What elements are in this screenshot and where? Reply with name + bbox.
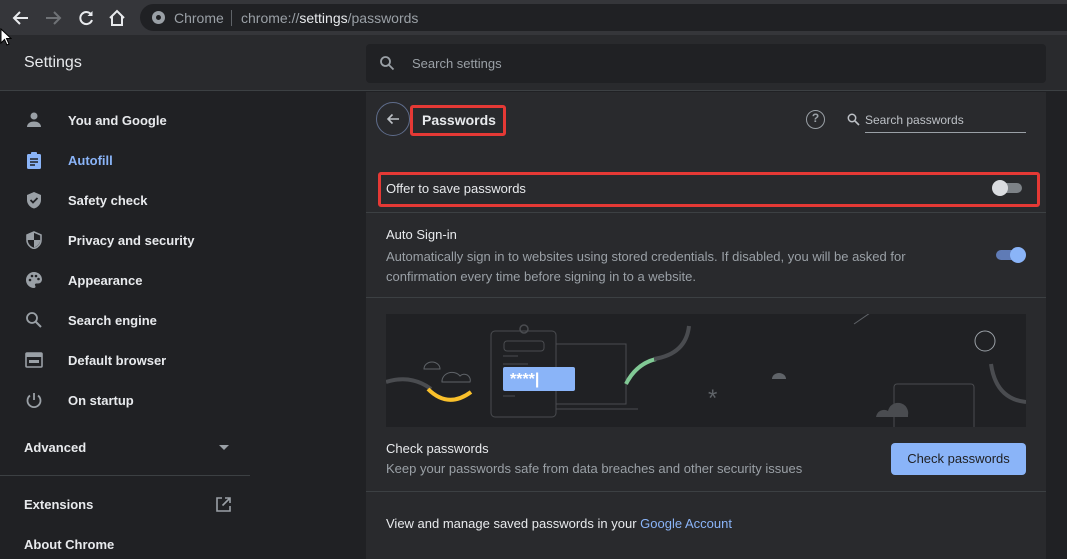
browser-window-icon [24,351,44,369]
search-passwords-input[interactable]: Search passwords [847,107,1026,133]
check-passwords-illustration: ****| * [386,314,1026,427]
offer-to-save-label: Offer to save passwords [386,181,526,196]
back-arrow-button[interactable] [376,102,410,136]
browser-toolbar: Chrome chrome://settings/passwords [0,0,1067,35]
sidebar-item-default-browser[interactable]: Default browser [0,340,250,380]
row-divider [366,491,1046,492]
arrow-right-icon [46,11,62,25]
search-icon [24,311,44,329]
omnibox-separator [231,10,232,26]
page-title: Passwords [422,112,496,128]
sidebar-item-safety-check[interactable]: Safety check [0,180,250,220]
power-icon [24,391,44,409]
arrow-left-icon [386,113,399,125]
sidebar-divider [0,475,250,476]
sidebar-item-autofill[interactable]: Autofill [0,140,250,180]
search-settings-placeholder: Search settings [412,56,502,71]
passwords-card: Passwords ? Search passwords Offer to sa… [366,92,1046,559]
sidebar-item-label: Safety check [68,192,148,208]
sidebar-item-on-startup[interactable]: On startup [0,380,250,420]
url-path: /passwords [347,10,419,26]
toggle-knob [992,180,1008,196]
sidebar-about-chrome[interactable]: About Chrome [24,537,114,552]
reload-button[interactable] [73,5,99,31]
settings-title: Settings [24,54,82,71]
shield-check-icon [24,191,44,209]
sidebar-item-search-engine[interactable]: Search engine [0,300,250,340]
search-icon [847,113,860,126]
search-underline [865,132,1026,133]
sidebar-item-privacy-and-security[interactable]: Privacy and security [0,220,250,260]
row-divider [366,212,1046,213]
sidebar-advanced[interactable]: Advanced [24,440,86,455]
sidebar-item-label: Appearance [68,272,143,288]
arrow-left-icon [12,11,28,25]
check-passwords-description: Keep your passwords safe from data breac… [386,461,803,476]
clipboard-icon [24,151,44,169]
sidebar-item-label: Search engine [68,312,157,328]
external-link-icon[interactable] [215,496,232,513]
toggle-knob [1010,247,1026,263]
sidebar-item-appearance[interactable]: Appearance [0,260,250,300]
sidebar-item-label: On startup [68,392,134,408]
url-prefix: chrome:// [241,10,300,26]
home-icon [109,9,125,26]
omnibox-label: Chrome [174,10,224,26]
check-passwords-title: Check passwords [386,441,489,456]
sidebar: You and Google Autofill Safety check Pri… [0,92,250,559]
url-text[interactable]: chrome://settings/passwords [241,10,418,26]
sidebar-extensions[interactable]: Extensions [24,497,93,512]
shield-half-icon [24,231,44,249]
help-icon[interactable]: ? [806,110,825,129]
sidebar-item-label: Privacy and security [68,232,195,248]
sidebar-item-you-and-google[interactable]: You and Google [0,100,250,140]
auto-signin-description: Automatically sign in to websites using … [386,249,906,284]
home-button[interactable] [104,5,130,31]
manage-passwords-text: View and manage saved passwords in your … [386,516,732,531]
illustration-graphic: ****| * [386,314,1026,427]
offer-to-save-toggle[interactable] [992,180,1024,196]
search-settings-input[interactable]: Search settings [366,44,1046,83]
asterisk-decoration: * [708,385,717,412]
sidebar-item-label: Autofill [68,152,113,168]
masked-password-text: ****| [510,371,539,388]
chrome-logo-icon [152,11,165,24]
palette-icon [24,271,44,289]
address-bar[interactable]: Chrome chrome://settings/passwords [140,4,1067,31]
check-passwords-button[interactable]: Check passwords [891,443,1026,475]
google-account-link[interactable]: Google Account [640,516,732,531]
url-host: settings [299,10,348,26]
auto-signin-title: Auto Sign-in [386,227,457,242]
search-passwords-placeholder: Search passwords [865,113,964,127]
manage-text-prefix: View and manage saved passwords in your [386,516,641,531]
reload-icon [79,11,93,26]
person-icon [24,111,44,129]
sidebar-item-label: You and Google [68,112,167,128]
mouse-cursor-icon [0,28,12,46]
row-divider [366,297,1046,298]
chevron-down-icon[interactable] [219,445,229,451]
forward-button[interactable] [40,5,66,31]
auto-signin-toggle[interactable] [994,247,1026,263]
sidebar-item-label: Default browser [68,352,167,368]
settings-header: Settings Search settings [0,35,1067,91]
search-icon [380,56,395,71]
